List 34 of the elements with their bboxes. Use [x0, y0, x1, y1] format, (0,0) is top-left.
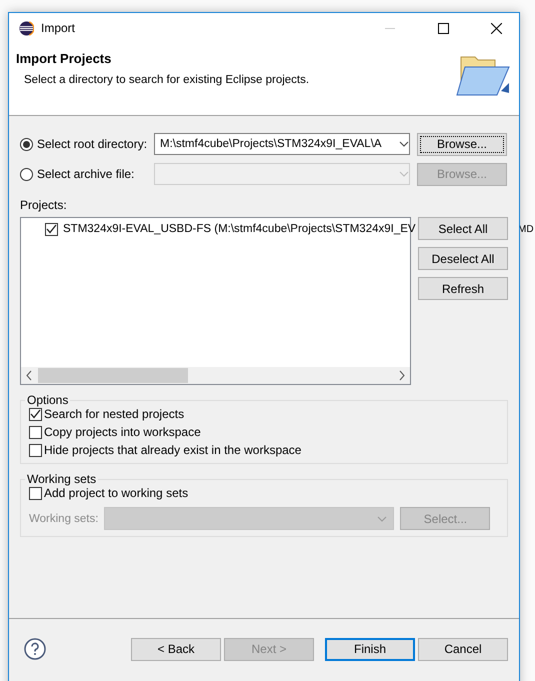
chevron-down-icon [399, 171, 409, 177]
app-logo-icon [19, 20, 34, 36]
radio-button[interactable] [20, 138, 33, 150]
radio-label: Select root directory: [37, 137, 148, 151]
chevron-down-icon [377, 516, 388, 522]
chevron-down-icon [399, 141, 409, 147]
maximize-icon[interactable] [438, 22, 448, 34]
window-title: Import [41, 21, 76, 35]
group-title: Options [26, 393, 70, 407]
checkbox[interactable]: Search for nested projects [29, 407, 497, 421]
checkmark-icon [46, 224, 57, 234]
horizontal-scrollbar[interactable] [21, 367, 410, 384]
checkbox[interactable]: Add project to working sets [29, 486, 497, 500]
wizard-button[interactable]: < Back [131, 638, 221, 660]
checkbox[interactable]: Copy projects into workspace [29, 425, 497, 439]
list-action-button[interactable]: Refresh [418, 277, 508, 300]
group-title: Working sets [26, 472, 98, 486]
path-combo-box[interactable]: M:\stmf4cube\Projects\STM324x9I_EVAL\A [154, 133, 410, 155]
page-title: Import Projects [16, 51, 112, 66]
list-action-button[interactable]: Select All [418, 217, 508, 240]
wizard-button[interactable]: Cancel [418, 638, 508, 660]
checkbox[interactable]: Hide projects that already exist in the workspace [29, 443, 497, 457]
radio-label: Select archive file: [37, 167, 134, 181]
project-item[interactable]: STM324x9I-EVAL_USBD-FS (M:\stmf4cube\Projects\STM324x9I_EV [45, 221, 416, 237]
list-action-button[interactable]: Deselect All [418, 247, 508, 270]
page-description: Select a directory to search for existing Eclipse projects. [23, 74, 310, 86]
browse-button[interactable]: Browse... [417, 132, 507, 156]
help-icon[interactable] [24, 638, 46, 660]
checkmark-icon [30, 409, 41, 419]
wizard-button[interactable]: Finish [325, 638, 415, 660]
field-label: Working sets: [29, 512, 98, 524]
close-icon[interactable] [490, 22, 502, 34]
radio-button[interactable] [20, 168, 33, 180]
projects-label: Projects: [20, 198, 68, 212]
